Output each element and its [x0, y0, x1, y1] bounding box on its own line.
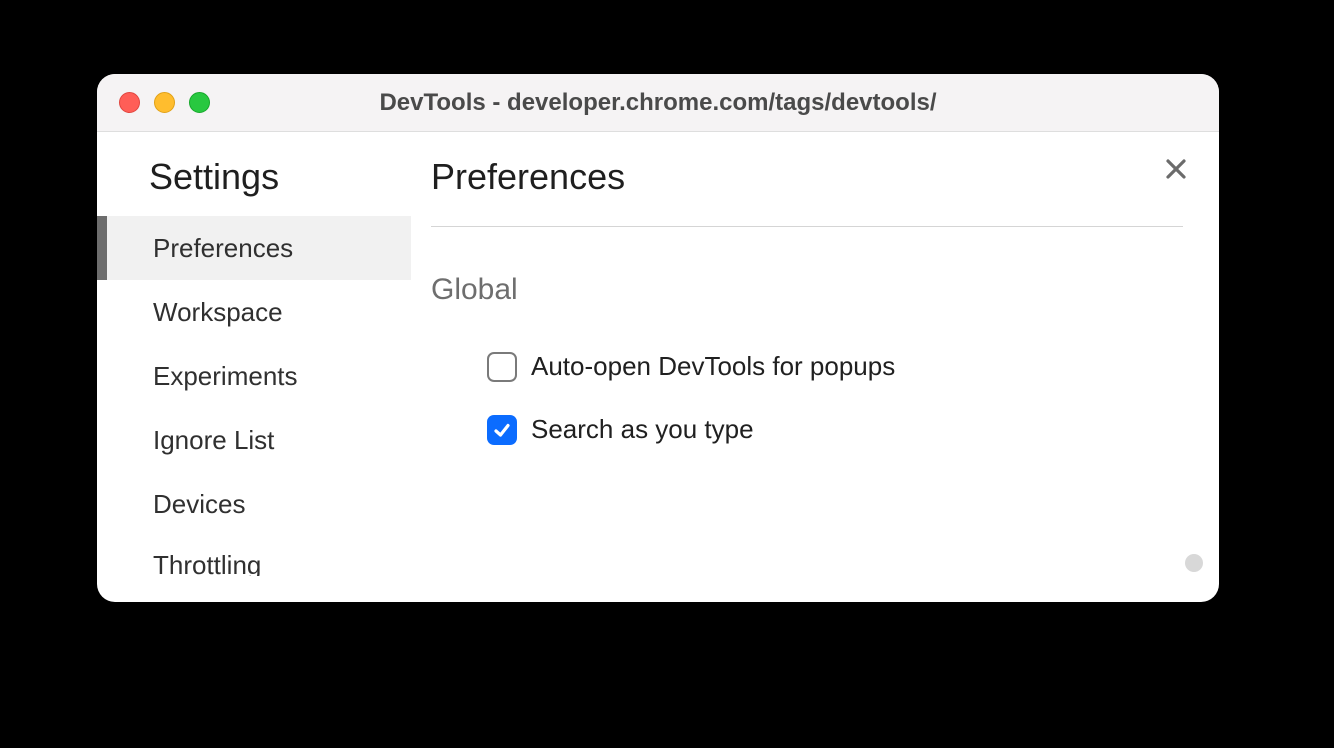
sidebar-item-label: Throttling [153, 550, 261, 576]
option-auto-open-devtools[interactable]: Auto-open DevTools for popups [431, 335, 1183, 398]
close-settings-button[interactable] [1159, 152, 1193, 186]
sidebar-item-experiments[interactable]: Experiments [97, 344, 411, 408]
sidebar-item-ignore-list[interactable]: Ignore List [97, 408, 411, 472]
settings-content: Settings Preferences Workspace Experimen… [97, 132, 1219, 602]
scrollbar-thumb[interactable] [1185, 554, 1203, 572]
checkbox-unchecked-icon[interactable] [487, 352, 517, 382]
settings-main: Preferences Global Auto-open DevTools fo… [411, 132, 1219, 602]
option-search-as-you-type[interactable]: Search as you type [431, 398, 1183, 461]
window-title: DevTools - developer.chrome.com/tags/dev… [97, 89, 1219, 117]
option-label: Auto-open DevTools for popups [531, 351, 895, 382]
sidebar-item-label: Workspace [153, 297, 283, 328]
checkmark-icon [492, 420, 512, 440]
page-title: Preferences [431, 156, 1183, 198]
devtools-window: DevTools - developer.chrome.com/tags/dev… [97, 74, 1219, 602]
checkbox-checked-icon[interactable] [487, 415, 517, 445]
titlebar: DevTools - developer.chrome.com/tags/dev… [97, 74, 1219, 132]
close-window-button[interactable] [119, 92, 140, 113]
sidebar-title: Settings [97, 156, 411, 216]
sidebar-item-label: Devices [153, 489, 245, 520]
sidebar-item-throttling[interactable]: Throttling [97, 536, 411, 576]
sidebar-item-label: Preferences [153, 233, 293, 264]
divider [431, 226, 1183, 227]
zoom-window-button[interactable] [189, 92, 210, 113]
close-icon [1165, 158, 1187, 180]
settings-sidebar: Settings Preferences Workspace Experimen… [97, 132, 411, 602]
option-label: Search as you type [531, 414, 754, 445]
minimize-window-button[interactable] [154, 92, 175, 113]
section-heading-global: Global [431, 273, 1183, 307]
sidebar-item-preferences[interactable]: Preferences [97, 216, 411, 280]
sidebar-item-label: Experiments [153, 361, 298, 392]
sidebar-item-label: Ignore List [153, 425, 274, 456]
sidebar-item-workspace[interactable]: Workspace [97, 280, 411, 344]
traffic-lights [119, 92, 210, 113]
sidebar-item-devices[interactable]: Devices [97, 472, 411, 536]
